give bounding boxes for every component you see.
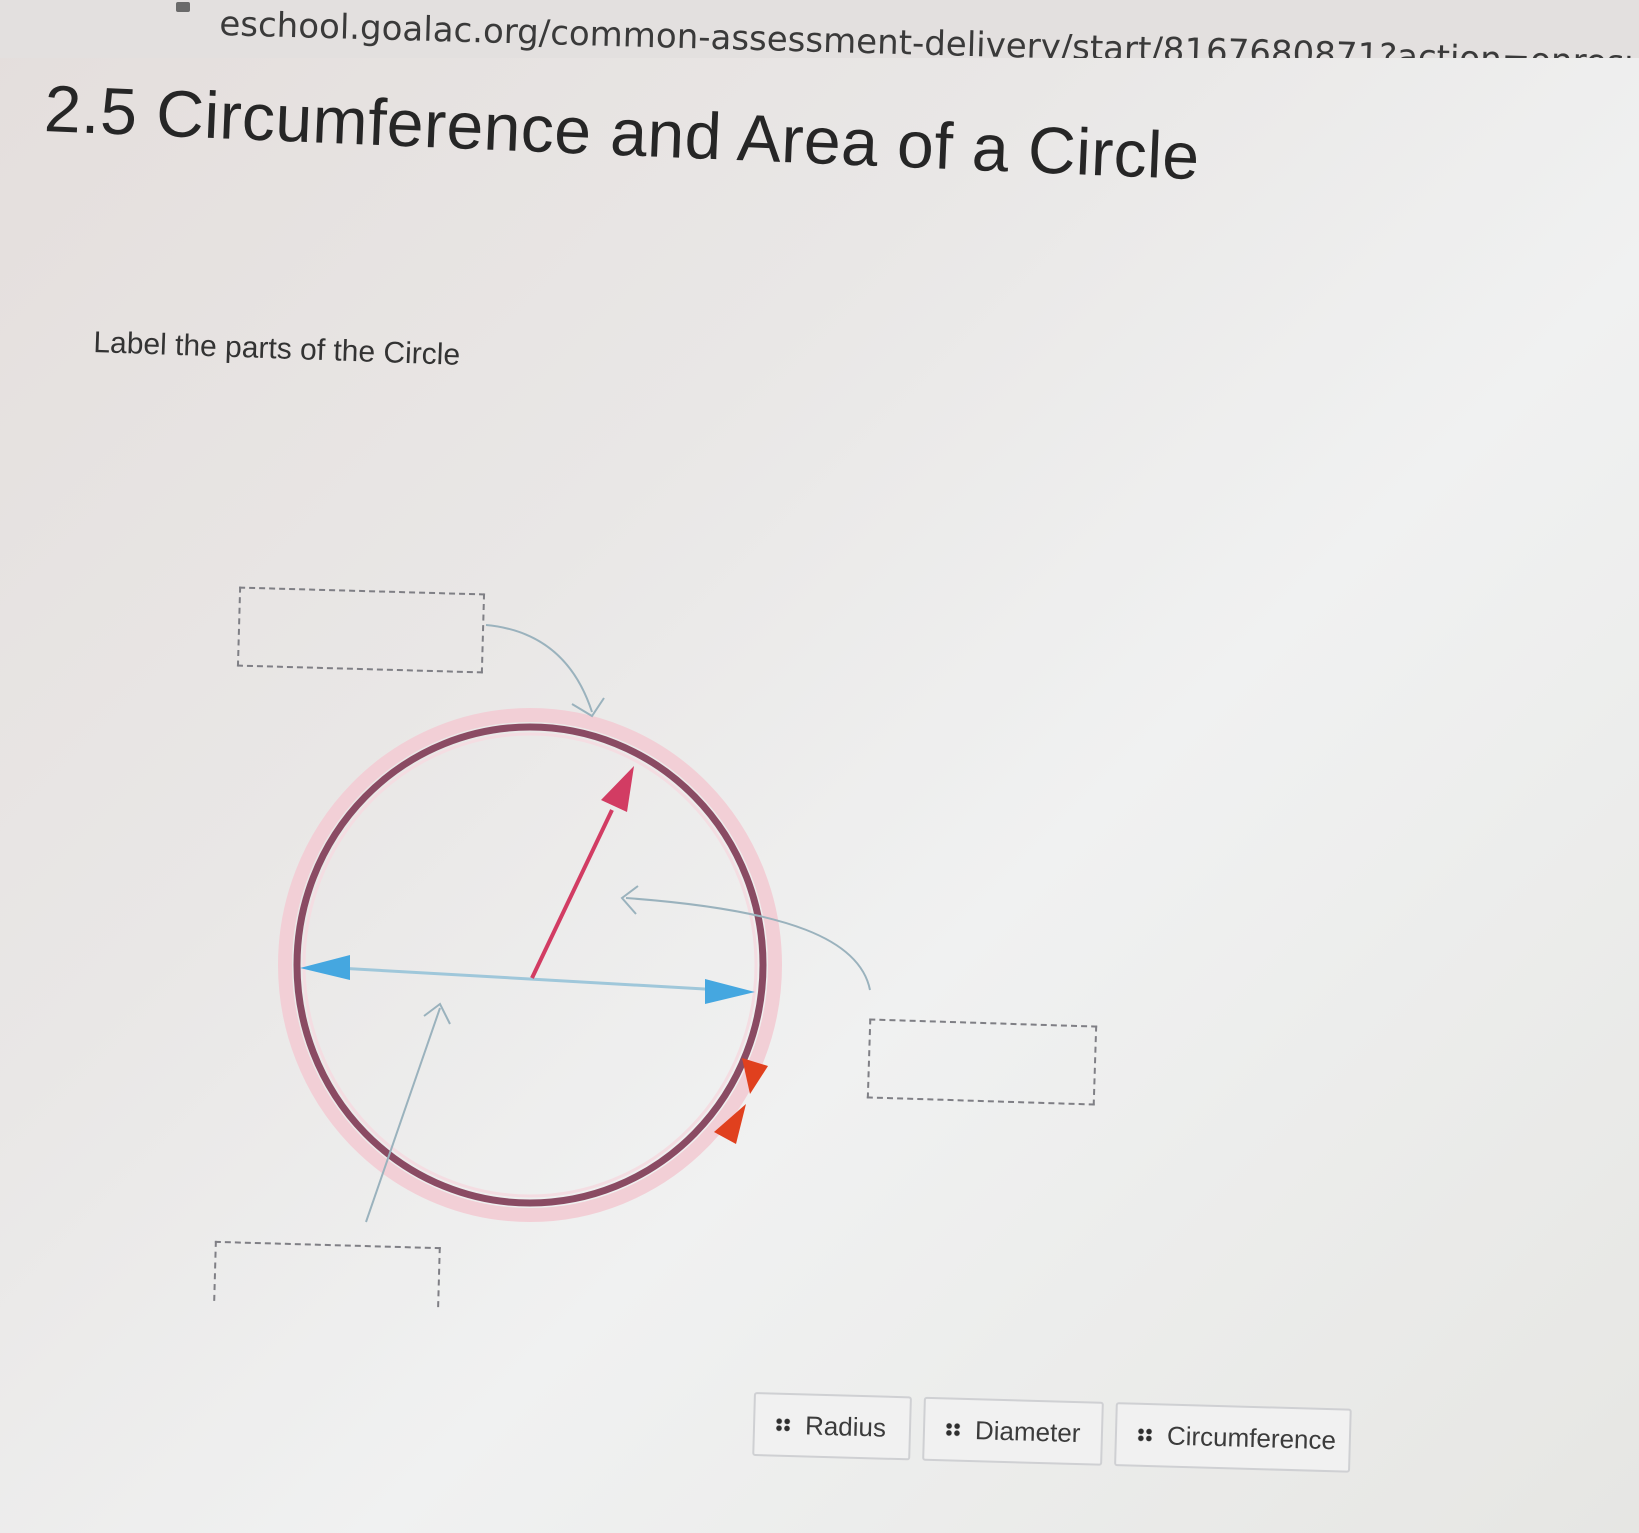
- answer-chip-label: Circumference: [1166, 1420, 1337, 1455]
- radius-arrow-head: [601, 766, 634, 812]
- answer-chip-radius[interactable]: Radius: [752, 1392, 912, 1461]
- pointer-right-head: [620, 885, 639, 915]
- answer-chip-circumference[interactable]: Circumference: [1114, 1402, 1352, 1473]
- circle-halo: [278, 708, 782, 1222]
- drop-zone-bottom[interactable]: [213, 1240, 441, 1308]
- radius-line: [530, 809, 614, 979]
- pointer-top: [485, 624, 593, 713]
- answer-bank: Radius Diameter Circumference: [751, 1392, 1354, 1509]
- pointer-right: [625, 897, 871, 991]
- diameter-line: [337, 966, 723, 992]
- circle-outline: [293, 723, 767, 1207]
- diameter-arrow-right: [705, 979, 755, 1004]
- circle-inner-edge: [302, 732, 758, 1198]
- answer-chip-diameter[interactable]: Diameter: [922, 1396, 1104, 1466]
- drop-zone-right[interactable]: [866, 1018, 1098, 1106]
- circle-diagram: [278, 624, 871, 1223]
- answer-chip-label: Radius: [804, 1409, 887, 1443]
- drop-zone-top[interactable]: [236, 586, 486, 674]
- diameter-arrow-left: [300, 955, 350, 980]
- drag-handle-icon[interactable]: [944, 1422, 962, 1437]
- drag-handle-icon[interactable]: [774, 1417, 792, 1433]
- answer-chip-label: Diameter: [974, 1414, 1081, 1448]
- drag-handle-icon[interactable]: [1136, 1427, 1154, 1443]
